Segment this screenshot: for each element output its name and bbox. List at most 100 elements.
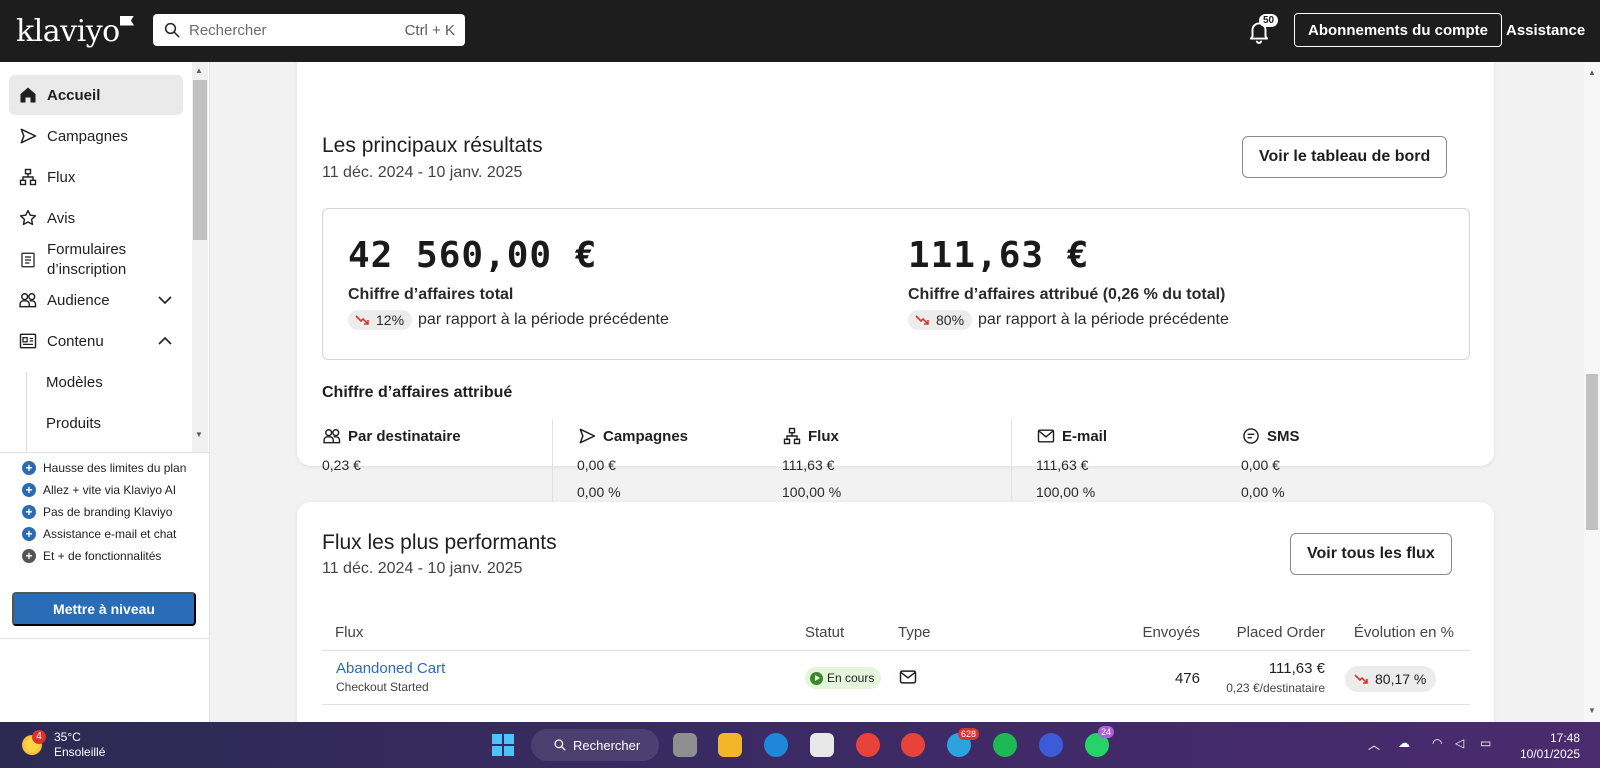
attributed-sms: SMS 0,00 € 0,00 %	[1241, 426, 1300, 501]
taskbar-search[interactable]: Rechercher	[531, 729, 659, 761]
attr-head: E-mail	[1036, 426, 1107, 446]
card-title: Les principaux résultats	[322, 134, 543, 157]
task-view-icon[interactable]	[673, 733, 697, 757]
view-all-flows-button[interactable]: Voir tous les flux	[1290, 533, 1452, 575]
sidebar-scrollbar-thumb[interactable]	[193, 80, 207, 240]
attr-label: Par destinataire	[348, 427, 461, 445]
evolution-value: 80,17 %	[1375, 671, 1427, 687]
chevron-up-icon	[158, 336, 172, 345]
wifi-icon[interactable]: ◠	[1432, 736, 1442, 750]
upgrade-button[interactable]: Mettre à niveau	[12, 592, 196, 626]
perk-label: Hausse des limites du plan	[43, 461, 187, 475]
scroll-down-arrow-icon[interactable]: ▼	[195, 430, 203, 439]
logo-flag-icon	[120, 15, 134, 26]
perk-item: + Hausse des limites du plan	[22, 461, 186, 475]
status-label: En cours	[827, 671, 875, 685]
page-scrollbar[interactable]: ▲ ▼	[1584, 62, 1600, 722]
scroll-up-arrow-icon[interactable]: ▲	[195, 66, 203, 75]
windows-start-icon[interactable]	[492, 734, 514, 756]
sidebar-subitem-modeles[interactable]: Modèles	[46, 374, 103, 391]
klaviyo-logo[interactable]: klaviyo	[16, 14, 150, 49]
kpi-value: 111,63 €	[908, 235, 1090, 276]
chrome-icon[interactable]	[856, 733, 880, 757]
attr-value: 111,63 €	[782, 457, 835, 473]
attr-label: Flux	[808, 427, 839, 445]
comparison-text: par rapport à la période précédente	[418, 311, 669, 328]
sidebar-item-accueil[interactable]: Accueil	[9, 75, 183, 115]
search-input[interactable]	[189, 21, 405, 39]
weather-text: 35°C Ensoleillé	[54, 730, 105, 760]
edge-icon[interactable]	[764, 733, 788, 757]
store-icon[interactable]	[810, 733, 834, 757]
attr-value: 111,63 €	[1036, 457, 1089, 473]
chevron-down-icon	[158, 296, 172, 305]
whatsapp-badge: 24	[1098, 726, 1115, 738]
column-header-statut[interactable]: Statut	[805, 624, 844, 641]
spotify-icon[interactable]	[993, 733, 1017, 757]
scroll-down-arrow-icon[interactable]: ▼	[1588, 706, 1596, 715]
date-range: 11 déc. 2024 - 10 janv. 2025	[322, 164, 523, 181]
search-icon	[164, 22, 180, 38]
chrome-profile-icon[interactable]	[901, 733, 925, 757]
attr-label: Campagnes	[603, 427, 689, 445]
plus-circle-icon: +	[22, 505, 36, 519]
trend-pill: 80%	[908, 310, 973, 330]
top-flows-card: Flux les plus performants 11 déc. 2024 -…	[297, 502, 1494, 722]
status-badge: En cours	[805, 667, 882, 689]
trend-down-icon	[1354, 674, 1368, 684]
evolution-pill: 80,17 %	[1345, 666, 1437, 692]
subnav-guide-line	[26, 372, 27, 452]
column-header-evolution[interactable]: Évolution en %	[1317, 624, 1454, 641]
attributed-per-recipient: Par destinataire 0,23 €	[322, 426, 461, 474]
help-link[interactable]: Assistance	[1506, 22, 1585, 39]
flow-name-link[interactable]: Abandoned Cart	[336, 660, 445, 677]
kpi-value: 42 560,00 €	[348, 235, 598, 276]
column-header-placed-order[interactable]: Placed Order	[1197, 624, 1325, 641]
column-header-type[interactable]: Type	[898, 624, 931, 641]
sidebar-item-label: Avis	[47, 209, 76, 227]
comparison-text: par rapport à la période précédente	[978, 311, 1229, 328]
cloud-icon[interactable]: ☁	[1398, 736, 1410, 750]
kpi-comparison: 80% par rapport à la période précédente	[908, 310, 1229, 330]
column-header-envoyes[interactable]: Envoyés	[1123, 624, 1200, 641]
sidebar-item-label: Campagnes	[47, 127, 128, 145]
search-bar[interactable]: Ctrl + K	[153, 14, 465, 46]
star-icon	[17, 207, 39, 229]
clock[interactable]: 17:48 10/01/2025	[1508, 730, 1580, 762]
attributed-email: E-mail 111,63 € 100,00 %	[1036, 426, 1107, 501]
send-icon	[579, 428, 596, 444]
top-results-card: Les principaux résultats 11 déc. 2024 - …	[297, 62, 1494, 502]
os-taskbar: 35°C Ensoleillé 4 Rechercher 628 24 ︿ ☁ …	[0, 722, 1600, 768]
weather-temp: 35°C	[54, 730, 81, 744]
page-scrollbar-thumb[interactable]	[1586, 374, 1598, 530]
view-dashboard-button[interactable]: Voir le tableau de bord	[1242, 136, 1448, 178]
sidebar-item-audience[interactable]: Audience	[9, 280, 183, 320]
column-header-flux[interactable]: Flux	[335, 624, 363, 641]
attr-head: SMS	[1241, 426, 1300, 446]
flow-icon	[17, 166, 39, 188]
app-icon[interactable]	[1039, 733, 1063, 757]
perk-item: + Pas de branding Klaviyo	[22, 505, 172, 519]
play-circle-icon	[810, 671, 823, 685]
perk-label: Et + de fonctionnalités	[43, 549, 162, 563]
file-explorer-icon[interactable]	[718, 733, 742, 757]
sidebar-item-formulaires[interactable]: Formulaires d’inscription	[9, 236, 183, 284]
sidebar-nav: Accueil Campagnes Flux Avis Formulaires …	[0, 62, 192, 452]
sidebar-item-label: Accueil	[47, 86, 101, 104]
sidebar-item-flux[interactable]: Flux	[9, 157, 183, 197]
notification-count-badge: 50	[1259, 14, 1279, 27]
column-divider	[552, 420, 553, 502]
scroll-up-arrow-icon[interactable]: ▲	[1588, 68, 1596, 77]
sidebar-subitem-produits[interactable]: Produits	[46, 415, 101, 432]
battery-icon[interactable]: ▭	[1480, 736, 1491, 750]
weather-desc: Ensoleillé	[54, 745, 106, 759]
sidebar-item-avis[interactable]: Avis	[9, 198, 183, 238]
trend-down-icon	[915, 315, 929, 325]
attr-percent: 0,00 %	[577, 484, 621, 500]
chevron-up-icon[interactable]: ︿	[1368, 736, 1380, 753]
volume-icon[interactable]: ◁	[1455, 736, 1464, 750]
sidebar-item-campagnes[interactable]: Campagnes	[9, 116, 183, 156]
column-divider	[1011, 420, 1012, 502]
account-subscriptions-button[interactable]: Abonnements du compte	[1294, 13, 1503, 47]
sidebar-item-contenu[interactable]: Contenu	[9, 321, 183, 361]
